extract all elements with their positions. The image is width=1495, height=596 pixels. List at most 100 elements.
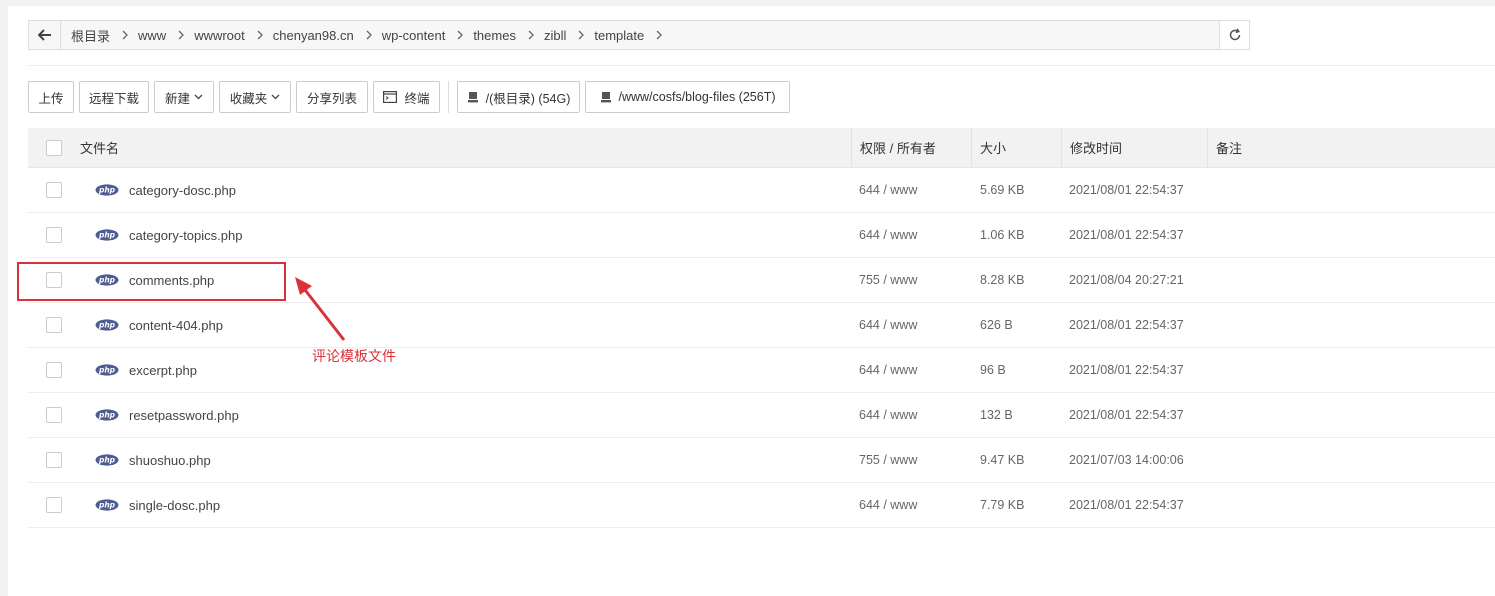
path-bar: 根目录 www wwwroot chenyan98.cn wp-content theme… xyxy=(28,20,1250,50)
php-file-icon: php xyxy=(95,229,119,241)
php-icon-text: php xyxy=(98,456,116,465)
row-checkbox[interactable] xyxy=(46,182,62,198)
chevron-right-icon xyxy=(457,30,464,40)
perm-cell[interactable]: 755 / www xyxy=(851,273,971,287)
favorites-button[interactable]: 收藏夹 xyxy=(219,81,291,113)
table-row[interactable]: php content-404.php 644 / www 626 B 2021/08/… xyxy=(28,303,1495,348)
php-file-icon: php xyxy=(95,454,119,466)
row-select-cell xyxy=(28,497,80,513)
header-perm[interactable]: 权限 / 所有者 xyxy=(851,127,971,168)
toolbar-separator xyxy=(448,81,449,113)
table-row[interactable]: php single-dosc.php 644 / www 7.79 KB 2021/0… xyxy=(28,483,1495,528)
breadcrumb-item[interactable]: template xyxy=(594,28,672,43)
file-name[interactable]: resetpassword.php xyxy=(129,408,239,423)
perm-cell[interactable]: 644 / www xyxy=(851,228,971,242)
table-row[interactable]: php excerpt.php 644 / www 96 B 2021/08/01 22… xyxy=(28,348,1495,393)
new-label: 新建 xyxy=(164,91,190,106)
table-row[interactable]: php category-topics.php 644 / www 1.06 KB 20… xyxy=(28,213,1495,258)
php-icon-text: php xyxy=(98,411,116,420)
breadcrumb-label: 根目录 xyxy=(71,28,111,44)
perm-cell[interactable]: 644 / www xyxy=(851,408,971,422)
file-name[interactable]: single-dosc.php xyxy=(129,498,220,513)
breadcrumb-label: wp-content xyxy=(381,27,446,43)
row-checkbox[interactable] xyxy=(46,407,62,423)
php-icon-text: php xyxy=(98,231,116,240)
chevron-right-icon xyxy=(656,30,663,40)
breadcrumb-label: themes xyxy=(473,27,516,43)
file-name[interactable]: category-dosc.php xyxy=(129,183,236,198)
size-cell: 5.69 KB xyxy=(980,183,1025,197)
table-row[interactable]: php shuoshuo.php 755 / www 9.47 KB 2021/07/0… xyxy=(28,438,1495,483)
name-cell: php content-404.php xyxy=(80,318,851,333)
divider xyxy=(28,65,1495,66)
perm-cell[interactable]: 644 / www xyxy=(851,498,971,512)
breadcrumb-item[interactable]: wp-content xyxy=(382,28,474,43)
refresh-button[interactable] xyxy=(1219,21,1249,49)
php-file-icon: php xyxy=(95,499,119,511)
table-header: 文件名 权限 / 所有者 大小 修改时间 备注 xyxy=(28,127,1495,168)
breadcrumb-item[interactable]: chenyan98.cn xyxy=(273,28,382,43)
favorites-label: 收藏夹 xyxy=(229,91,268,106)
size-cell: 1.06 KB xyxy=(980,228,1025,242)
chevron-right-icon xyxy=(257,30,263,40)
php-file-icon: php xyxy=(95,409,119,421)
breadcrumb-label: wwwroot xyxy=(194,27,245,43)
header-name[interactable]: 文件名 xyxy=(80,128,851,168)
header-size[interactable]: 大小 xyxy=(971,127,1061,168)
perm-cell[interactable]: 755 / www xyxy=(851,453,971,467)
perm-cell[interactable]: 644 / www xyxy=(851,183,971,197)
time-cell: 2021/08/01 22:54:37 xyxy=(1069,228,1184,242)
new-button[interactable]: 新建 xyxy=(154,81,214,113)
upload-button[interactable]: 上传 xyxy=(28,81,74,113)
share-list-label: 分享列表 xyxy=(306,91,357,106)
terminal-button[interactable]: 终端 xyxy=(373,81,440,113)
table-row[interactable]: php category-dosc.php 644 / www 5.69 KB 2021… xyxy=(28,168,1495,213)
file-name[interactable]: content-404.php xyxy=(129,318,223,333)
row-select-cell xyxy=(28,317,80,333)
perm-cell[interactable]: 644 / www xyxy=(851,318,971,332)
row-checkbox[interactable] xyxy=(46,362,62,378)
header-note: 备注 xyxy=(1207,127,1495,168)
php-icon-text: php xyxy=(98,186,116,195)
time-cell: 2021/08/01 22:54:37 xyxy=(1069,498,1184,512)
share-list-button[interactable]: 分享列表 xyxy=(296,81,368,113)
php-file-icon: php xyxy=(95,364,119,376)
row-checkbox[interactable] xyxy=(46,227,62,243)
header-time[interactable]: 修改时间 xyxy=(1061,127,1207,168)
disk-cosfs-button[interactable]: /www/cosfs/blog-files (256T) xyxy=(585,81,790,113)
breadcrumb-item[interactable]: 根目录 xyxy=(71,26,138,45)
file-name[interactable]: shuoshuo.php xyxy=(129,453,211,468)
row-select-cell xyxy=(28,362,80,378)
file-name[interactable]: category-topics.php xyxy=(129,228,242,243)
select-all-checkbox[interactable] xyxy=(46,139,62,156)
toolbar: 上传 远程下载 新建 收藏夹 分享列表 终端 /(根目录) (54G) /www… xyxy=(28,81,795,113)
time-cell: 2021/08/04 20:27:21 xyxy=(1069,273,1184,287)
table-row[interactable]: php resetpassword.php 644 / www 132 B 2021/0… xyxy=(28,393,1495,438)
file-name[interactable]: excerpt.php xyxy=(129,363,197,378)
size-cell: 9.47 KB xyxy=(980,453,1025,467)
breadcrumb-item[interactable]: themes xyxy=(473,28,544,43)
disk-root-button[interactable]: /(根目录) (54G) xyxy=(457,81,580,113)
arrow-left-icon xyxy=(37,29,51,41)
breadcrumb-label: www xyxy=(138,27,167,43)
breadcrumb: 根目录 www wwwroot chenyan98.cn wp-content theme… xyxy=(61,21,1219,49)
row-checkbox[interactable] xyxy=(46,497,62,513)
size-cell: 96 B xyxy=(980,363,1006,377)
breadcrumb-item[interactable]: wwwroot xyxy=(194,28,273,43)
breadcrumb-item[interactable]: www xyxy=(138,28,194,43)
breadcrumb-label: template xyxy=(594,27,645,43)
header-size-label: 大小 xyxy=(980,141,1007,156)
row-checkbox[interactable] xyxy=(46,452,62,468)
disk-cosfs-label: /www/cosfs/blog-files (256T) xyxy=(618,90,776,104)
remote-download-button[interactable]: 远程下载 xyxy=(79,81,149,113)
perm-cell[interactable]: 644 / www xyxy=(851,363,971,377)
php-file-icon: php xyxy=(95,184,119,196)
back-button[interactable] xyxy=(29,21,61,49)
row-checkbox[interactable] xyxy=(46,317,62,333)
row-select-cell xyxy=(28,182,80,198)
row-select-cell xyxy=(28,227,80,243)
chevron-down-icon xyxy=(271,94,280,100)
breadcrumb-label: zibll xyxy=(543,27,567,43)
breadcrumb-item[interactable]: zibll xyxy=(544,28,594,43)
header-name-label: 文件名 xyxy=(80,141,120,156)
